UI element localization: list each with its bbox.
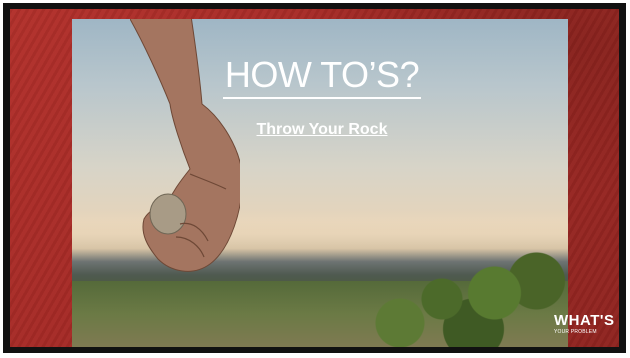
logo-main-text: WHAT'S <box>554 312 615 329</box>
slide: HOW TO’S? Throw Your Rock WHAT'S YOUR PR… <box>10 9 619 347</box>
whats-your-problem-logo: WHAT'S YOUR PROBLEM <box>554 313 616 343</box>
slide-photo: HOW TO’S? Throw Your Rock <box>72 19 568 347</box>
slide-subtitle-wrap: Throw Your Rock <box>242 121 402 139</box>
logo-sub-text: YOUR PROBLEM <box>554 329 597 335</box>
slide-subtitle: Throw Your Rock <box>256 121 388 138</box>
slide-frame: HOW TO’S? Throw Your Rock WHAT'S YOUR PR… <box>3 3 626 353</box>
slide-title: HOW TO’S? <box>222 55 422 99</box>
title-wrap: HOW TO’S? <box>222 55 422 99</box>
bushes <box>358 227 568 347</box>
